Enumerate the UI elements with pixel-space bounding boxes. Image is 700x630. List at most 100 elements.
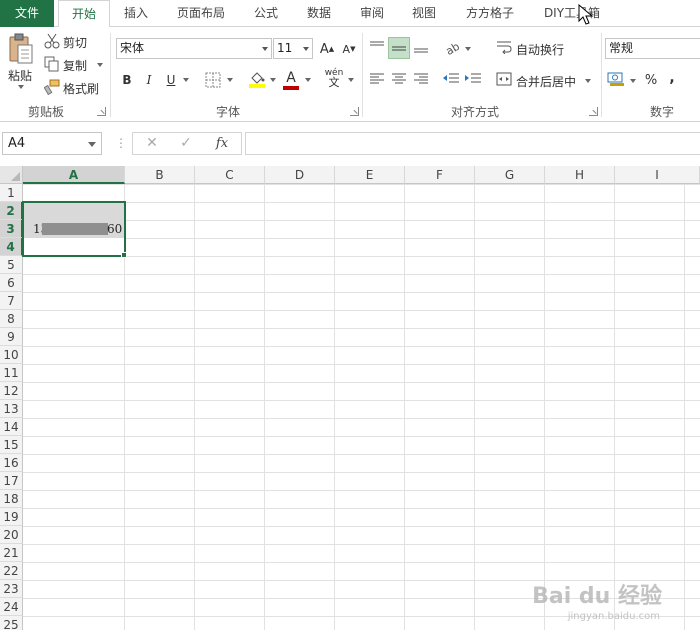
row-header-10[interactable]: 10 — [0, 346, 23, 364]
chevron-down-icon[interactable] — [262, 47, 268, 51]
increase-indent-icon[interactable] — [464, 72, 482, 86]
formula-input[interactable] — [245, 132, 700, 155]
column-header-i[interactable]: I — [615, 166, 700, 184]
tab-review[interactable]: 审阅 — [352, 0, 392, 27]
clipboard-launcher-icon[interactable] — [97, 107, 106, 116]
font-size-combo[interactable]: 11 — [273, 38, 313, 59]
font-name-combo[interactable]: 宋体 — [116, 38, 272, 59]
borders-dropdown-icon[interactable] — [227, 78, 233, 82]
row-header-2[interactable]: 2 — [0, 202, 23, 220]
row-header-16[interactable]: 16 — [0, 454, 23, 472]
accounting-dropdown-icon[interactable] — [630, 79, 636, 83]
alignment-launcher-icon[interactable] — [589, 107, 598, 116]
cut-button[interactable]: 剪切 — [63, 34, 87, 51]
row-header-21[interactable]: 21 — [0, 544, 23, 562]
column-header-f[interactable]: F — [405, 166, 475, 184]
cancel-entry-button[interactable]: ✕ — [137, 133, 167, 154]
underline-button[interactable]: U — [160, 69, 182, 91]
select-all-button[interactable] — [0, 166, 23, 184]
column-header-b[interactable]: B — [125, 166, 195, 184]
row-header-3[interactable]: 3 — [0, 220, 23, 238]
fill-color-dropdown-icon[interactable] — [270, 78, 276, 82]
phonetic-dropdown-icon[interactable] — [348, 78, 354, 82]
formula-bar-grip-icon[interactable]: ⋮ — [115, 136, 127, 150]
decrease-indent-icon[interactable] — [442, 72, 460, 86]
column-header-h[interactable]: H — [545, 166, 615, 184]
format-painter-button[interactable]: 格式刷 — [63, 80, 99, 97]
italic-button[interactable]: I — [138, 69, 160, 91]
phonetic-guide-button[interactable]: wén 文 — [323, 67, 345, 89]
merge-center-button[interactable]: 合并后居中 — [516, 73, 576, 90]
align-left-icon[interactable] — [369, 72, 385, 86]
tab-formulas[interactable]: 公式 — [246, 0, 286, 27]
underline-dropdown-icon[interactable] — [183, 78, 189, 82]
merge-center-dropdown-icon[interactable] — [585, 79, 591, 83]
font-color-dropdown-icon[interactable] — [305, 78, 311, 82]
row-header-4[interactable]: 4 — [0, 238, 23, 256]
accounting-format-icon[interactable] — [607, 71, 625, 87]
decrease-font-size-button[interactable]: A ▼ — [338, 38, 360, 60]
orientation-icon[interactable]: ab — [444, 39, 462, 55]
borders-icon[interactable] — [205, 72, 221, 88]
row-header-24[interactable]: 24 — [0, 598, 23, 616]
row-header-23[interactable]: 23 — [0, 580, 23, 598]
align-top-icon[interactable] — [369, 40, 385, 54]
tab-view[interactable]: 视图 — [404, 0, 444, 27]
name-box[interactable]: A4 — [2, 132, 102, 155]
insert-function-button[interactable]: fx — [207, 133, 237, 154]
align-right-icon[interactable] — [413, 72, 429, 86]
column-header-c[interactable]: C — [195, 166, 265, 184]
row-header-25[interactable]: 25 — [0, 616, 23, 630]
row-header-11[interactable]: 11 — [0, 364, 23, 382]
fill-color-icon[interactable] — [248, 70, 266, 88]
worksheet-grid[interactable]: A B C D E F G H I 1 2 3 4 5 6 7 8 9 10 1… — [0, 166, 700, 630]
copy-dropdown-icon[interactable] — [97, 63, 103, 67]
align-middle-button[interactable] — [388, 37, 410, 59]
fill-handle[interactable] — [121, 252, 127, 258]
tab-home[interactable]: 开始 — [58, 0, 110, 28]
column-header-d[interactable]: D — [265, 166, 335, 184]
number-format-combo[interactable]: 常规 — [605, 38, 700, 59]
row-header-17[interactable]: 17 — [0, 472, 23, 490]
row-header-1[interactable]: 1 — [0, 184, 23, 202]
tab-fangfang-gezi[interactable]: 方方格子 — [456, 0, 524, 27]
row-header-9[interactable]: 9 — [0, 328, 23, 346]
row-header-18[interactable]: 18 — [0, 490, 23, 508]
tab-file[interactable]: 文件 — [0, 0, 54, 27]
font-launcher-icon[interactable] — [350, 107, 359, 116]
tab-diy-toolbox[interactable]: DIY工具箱 — [536, 0, 608, 27]
paste-button[interactable]: 粘贴 — [8, 67, 32, 84]
bold-button[interactable]: B — [116, 69, 138, 91]
row-header-19[interactable]: 19 — [0, 508, 23, 526]
row-header-8[interactable]: 8 — [0, 310, 23, 328]
tab-insert[interactable]: 插入 — [114, 0, 158, 27]
orientation-dropdown-icon[interactable] — [465, 47, 471, 51]
row-header-12[interactable]: 12 — [0, 382, 23, 400]
row-header-20[interactable]: 20 — [0, 526, 23, 544]
align-bottom-icon[interactable] — [413, 40, 429, 54]
copy-button[interactable]: 复制 — [63, 57, 87, 74]
row-header-5[interactable]: 5 — [0, 256, 23, 274]
tab-page-layout[interactable]: 页面布局 — [168, 0, 234, 27]
row-header-7[interactable]: 7 — [0, 292, 23, 310]
increase-font-size-button[interactable]: A ▲ — [316, 38, 338, 60]
font-name-value: 宋体 — [120, 41, 145, 55]
paste-dropdown-icon[interactable] — [18, 85, 24, 89]
row-header-6[interactable]: 6 — [0, 274, 23, 292]
confirm-entry-button[interactable]: ✓ — [171, 133, 201, 154]
chevron-down-icon[interactable] — [303, 47, 309, 51]
paste-icon[interactable] — [8, 33, 34, 65]
align-center-icon[interactable] — [391, 72, 407, 86]
row-header-22[interactable]: 22 — [0, 562, 23, 580]
comma-style-button[interactable]: , — [661, 67, 683, 89]
wrap-text-button[interactable]: 自动换行 — [516, 41, 564, 58]
row-header-14[interactable]: 14 — [0, 418, 23, 436]
row-header-13[interactable]: 13 — [0, 400, 23, 418]
row-header-15[interactable]: 15 — [0, 436, 23, 454]
tab-data[interactable]: 数据 — [298, 0, 340, 27]
column-header-g[interactable]: G — [475, 166, 545, 184]
column-header-a[interactable]: A — [23, 166, 125, 184]
percent-style-button[interactable]: % — [640, 69, 662, 91]
column-header-e[interactable]: E — [335, 166, 405, 184]
chevron-down-icon[interactable] — [88, 142, 96, 147]
